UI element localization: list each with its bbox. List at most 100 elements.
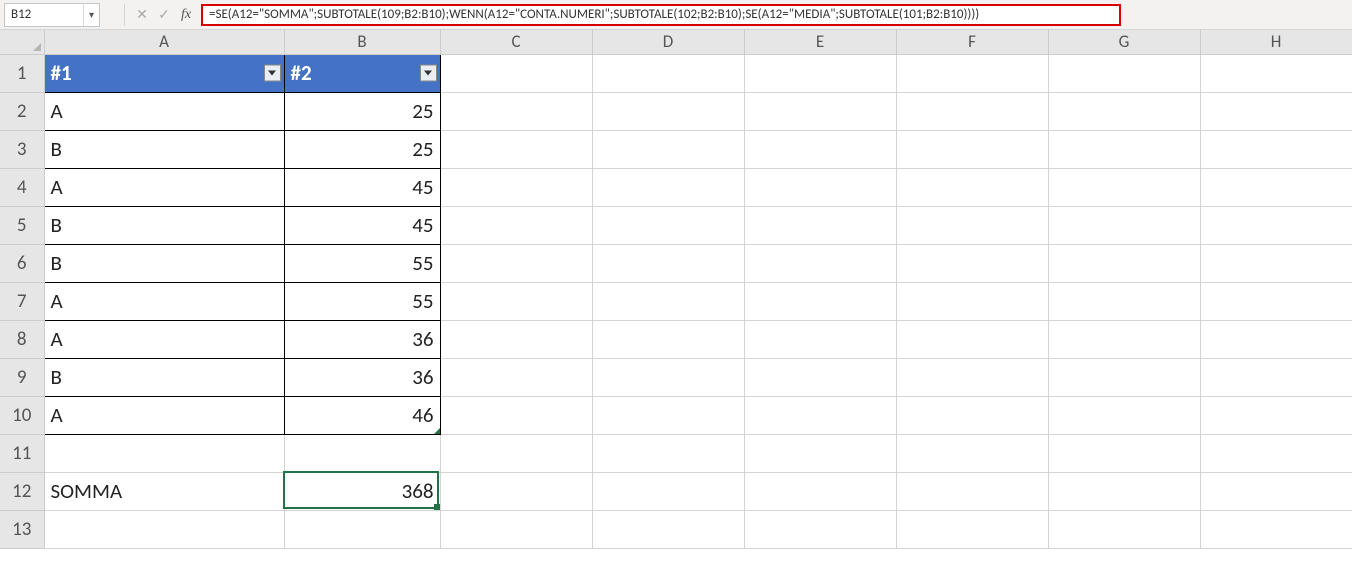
table-cell[interactable]: 25 bbox=[284, 130, 440, 168]
cell[interactable] bbox=[1200, 168, 1352, 206]
cell[interactable] bbox=[1200, 472, 1352, 510]
row-header[interactable]: 9 bbox=[0, 358, 44, 396]
cell[interactable] bbox=[592, 168, 744, 206]
cell[interactable] bbox=[592, 92, 744, 130]
col-header[interactable]: H bbox=[1200, 30, 1352, 54]
cell[interactable] bbox=[896, 206, 1048, 244]
cell[interactable] bbox=[744, 510, 896, 548]
table-cell[interactable]: 55 bbox=[284, 282, 440, 320]
cell[interactable] bbox=[440, 358, 592, 396]
cell[interactable] bbox=[592, 434, 744, 472]
cell[interactable] bbox=[592, 510, 744, 548]
cell[interactable] bbox=[744, 282, 896, 320]
table-cell[interactable]: 36 bbox=[284, 358, 440, 396]
cell[interactable] bbox=[1200, 358, 1352, 396]
cell[interactable] bbox=[1048, 358, 1200, 396]
col-header[interactable]: F bbox=[896, 30, 1048, 54]
cell[interactable] bbox=[1200, 130, 1352, 168]
row-header[interactable]: 6 bbox=[0, 244, 44, 282]
cell[interactable] bbox=[440, 168, 592, 206]
spreadsheet-grid[interactable]: A B C D E F G H 1 #1 #2 bbox=[0, 30, 1352, 579]
cell[interactable] bbox=[592, 396, 744, 434]
cell[interactable] bbox=[592, 244, 744, 282]
cell[interactable] bbox=[1048, 92, 1200, 130]
cell[interactable] bbox=[896, 244, 1048, 282]
table-cell[interactable]: B bbox=[44, 130, 284, 168]
cell[interactable] bbox=[592, 54, 744, 92]
table-cell[interactable]: B bbox=[44, 244, 284, 282]
name-box[interactable]: B12 ▾ bbox=[4, 3, 100, 27]
row-header[interactable]: 11 bbox=[0, 434, 44, 472]
cell[interactable] bbox=[440, 54, 592, 92]
cell[interactable] bbox=[440, 282, 592, 320]
cell[interactable] bbox=[896, 472, 1048, 510]
cell[interactable] bbox=[896, 396, 1048, 434]
name-box-value[interactable]: B12 bbox=[5, 7, 83, 22]
cell[interactable] bbox=[592, 206, 744, 244]
enter-icon[interactable]: ✓ bbox=[153, 6, 175, 23]
cell[interactable] bbox=[440, 510, 592, 548]
cell[interactable] bbox=[744, 168, 896, 206]
summary-label-cell[interactable]: SOMMA bbox=[44, 472, 284, 510]
col-header[interactable]: A bbox=[44, 30, 284, 54]
cell[interactable] bbox=[440, 320, 592, 358]
row-header[interactable]: 3 bbox=[0, 130, 44, 168]
cell[interactable] bbox=[1200, 54, 1352, 92]
col-header[interactable]: G bbox=[1048, 30, 1200, 54]
cell[interactable] bbox=[1048, 510, 1200, 548]
cell[interactable] bbox=[1048, 472, 1200, 510]
cell[interactable] bbox=[1048, 434, 1200, 472]
table-cell[interactable]: 55 bbox=[284, 244, 440, 282]
cell[interactable] bbox=[1200, 92, 1352, 130]
cell[interactable] bbox=[744, 396, 896, 434]
table-cell[interactable]: 25 bbox=[284, 92, 440, 130]
cell[interactable] bbox=[1200, 244, 1352, 282]
filter-dropdown-icon[interactable] bbox=[264, 65, 281, 82]
table-header-cell[interactable]: #2 bbox=[284, 54, 440, 92]
col-header[interactable]: D bbox=[592, 30, 744, 54]
cell[interactable] bbox=[896, 320, 1048, 358]
cell[interactable] bbox=[440, 472, 592, 510]
cell[interactable] bbox=[744, 244, 896, 282]
cell[interactable] bbox=[592, 320, 744, 358]
cell[interactable] bbox=[1048, 206, 1200, 244]
cell[interactable] bbox=[44, 510, 284, 548]
cell[interactable] bbox=[284, 510, 440, 548]
cancel-icon[interactable]: ✕ bbox=[131, 6, 153, 23]
cell[interactable] bbox=[744, 358, 896, 396]
row-header[interactable]: 12 bbox=[0, 472, 44, 510]
cell[interactable] bbox=[1048, 168, 1200, 206]
cell[interactable] bbox=[896, 434, 1048, 472]
cell[interactable] bbox=[440, 396, 592, 434]
cell[interactable] bbox=[592, 472, 744, 510]
cell[interactable] bbox=[44, 434, 284, 472]
cell[interactable] bbox=[896, 130, 1048, 168]
cell[interactable] bbox=[744, 130, 896, 168]
cell[interactable] bbox=[744, 92, 896, 130]
cell[interactable] bbox=[896, 358, 1048, 396]
table-cell[interactable]: A bbox=[44, 168, 284, 206]
filter-dropdown-icon[interactable] bbox=[420, 65, 437, 82]
chevron-down-icon[interactable]: ▾ bbox=[83, 4, 99, 26]
table-cell[interactable]: A bbox=[44, 320, 284, 358]
cell[interactable] bbox=[744, 206, 896, 244]
col-header[interactable]: C bbox=[440, 30, 592, 54]
cell[interactable] bbox=[744, 54, 896, 92]
col-header[interactable]: E bbox=[744, 30, 896, 54]
row-header[interactable]: 4 bbox=[0, 168, 44, 206]
row-header[interactable]: 2 bbox=[0, 92, 44, 130]
cell[interactable] bbox=[440, 130, 592, 168]
cell[interactable] bbox=[284, 434, 440, 472]
table-cell[interactable]: B bbox=[44, 358, 284, 396]
formula-input[interactable]: =SE(A12="SOMMA";SUBTOTALE(109;B2:B10);WE… bbox=[201, 4, 1121, 26]
cell[interactable] bbox=[1200, 282, 1352, 320]
cell[interactable] bbox=[1200, 320, 1352, 358]
row-header[interactable]: 7 bbox=[0, 282, 44, 320]
cell[interactable] bbox=[592, 130, 744, 168]
row-header[interactable]: 1 bbox=[0, 54, 44, 92]
cell[interactable] bbox=[896, 168, 1048, 206]
table-cell[interactable]: 36 bbox=[284, 320, 440, 358]
cell[interactable] bbox=[896, 92, 1048, 130]
cell[interactable] bbox=[896, 282, 1048, 320]
cell[interactable] bbox=[1200, 396, 1352, 434]
